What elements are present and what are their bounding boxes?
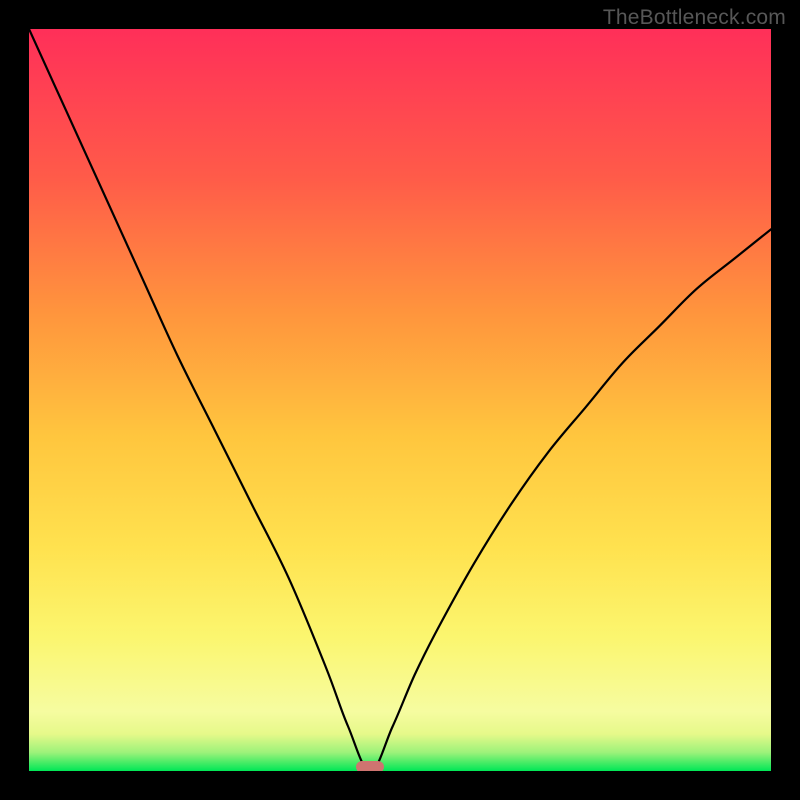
- optimal-point-marker: [356, 761, 384, 771]
- watermark-text: TheBottleneck.com: [603, 6, 786, 30]
- plot-area: [29, 29, 771, 771]
- bottleneck-curve: [29, 29, 771, 771]
- chart-frame: TheBottleneck.com: [0, 0, 800, 800]
